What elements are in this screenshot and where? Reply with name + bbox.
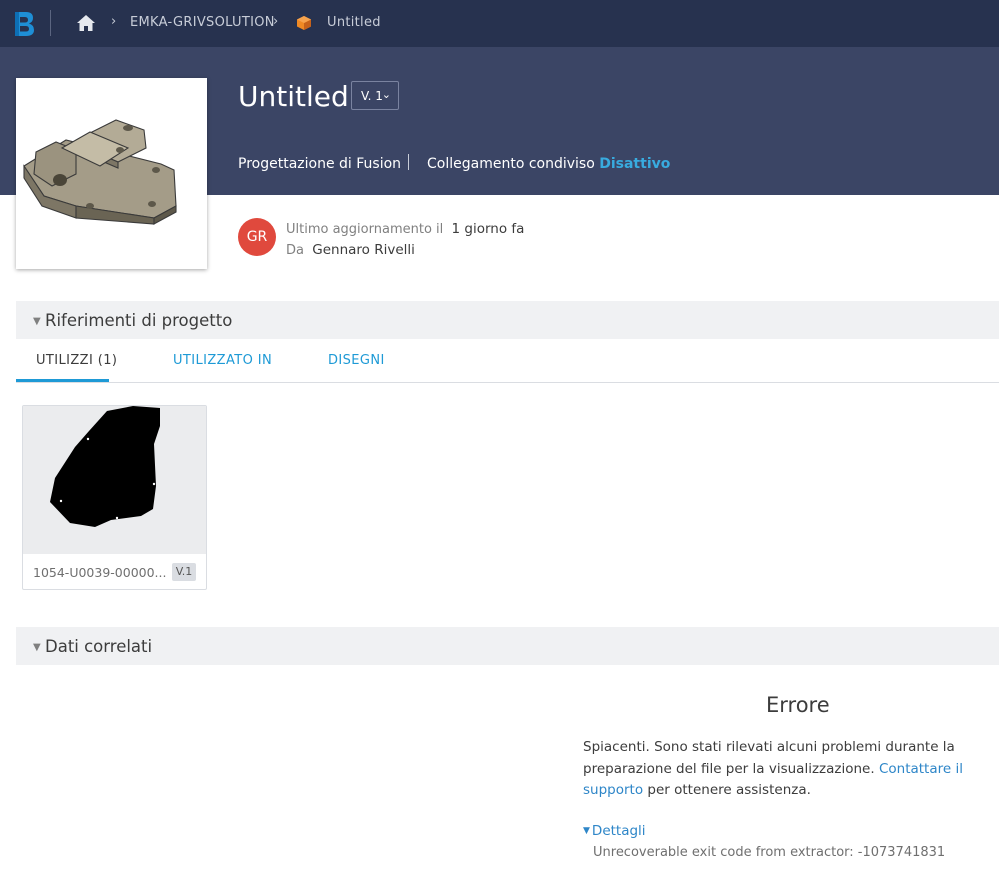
tab-utilizzato-in[interactable]: UTILIZZATO IN bbox=[173, 353, 272, 368]
home-icon[interactable] bbox=[76, 14, 96, 32]
error-title: Errore bbox=[766, 693, 830, 717]
by-value: Gennaro Rivelli bbox=[312, 242, 415, 258]
version-dropdown[interactable]: V. 1 ⌄ bbox=[351, 81, 399, 110]
reference-thumbnail bbox=[23, 406, 206, 554]
chevron-down-icon: ⌄ bbox=[381, 88, 391, 101]
shared-link-row: Collegamento condiviso Disattivo bbox=[427, 156, 670, 172]
triangle-down-icon: ▼ bbox=[583, 826, 590, 836]
breadcrumb-file[interactable]: Untitled bbox=[327, 15, 381, 30]
version-label: V. 1 bbox=[361, 89, 383, 103]
meta-divider bbox=[408, 154, 409, 170]
shared-link-label: Collegamento condiviso bbox=[427, 156, 595, 172]
error-details-text: Unrecoverable exit code from extractor: … bbox=[593, 845, 946, 860]
section-references-title: Riferimenti di progetto bbox=[45, 311, 233, 330]
tab-disegni[interactable]: DISEGNI bbox=[328, 353, 385, 368]
section-references-header[interactable]: ▼ Riferimenti di progetto bbox=[16, 301, 999, 339]
file-type-label: Progettazione di Fusion bbox=[238, 156, 402, 172]
by-label: Da bbox=[286, 243, 304, 258]
error-message: Spiacenti. Sono stati rilevati alcuni pr… bbox=[583, 737, 999, 802]
chevron-right-icon: › bbox=[273, 14, 279, 29]
active-tab-indicator bbox=[16, 379, 109, 382]
part-preview-image bbox=[23, 119, 177, 225]
reference-preview-image bbox=[50, 406, 160, 527]
tab-utilizzi[interactable]: UTILIZZI (1) bbox=[36, 353, 117, 368]
fusion-cube-icon bbox=[297, 16, 311, 30]
app-logo-icon[interactable] bbox=[12, 9, 36, 39]
reference-name: 1054-U0039-00000... bbox=[33, 565, 167, 580]
section-related-title: Dati correlati bbox=[45, 637, 153, 656]
details-label: Dettagli bbox=[591, 823, 646, 839]
topbar-divider bbox=[50, 10, 51, 36]
breadcrumb-project[interactable]: EMKA-GRIVSOLUTION bbox=[130, 15, 275, 30]
reference-version-badge: V.1 bbox=[172, 563, 196, 581]
updated-value: 1 giorno fa bbox=[451, 221, 525, 237]
shared-link-status[interactable]: Disattivo bbox=[599, 156, 670, 172]
details-toggle[interactable]: ▼ Dettagli bbox=[583, 823, 646, 839]
updated-by: Da Gennaro Rivelli bbox=[286, 242, 415, 258]
last-updated: Ultimo aggiornamento il 1 giorno fa bbox=[286, 221, 524, 237]
references-tabs: UTILIZZI (1) UTILIZZATO IN DISEGNI bbox=[16, 339, 999, 383]
triangle-down-icon: ▼ bbox=[33, 316, 41, 327]
triangle-down-icon: ▼ bbox=[33, 642, 41, 653]
section-related-header[interactable]: ▼ Dati correlati bbox=[16, 627, 999, 665]
reference-card[interactable]: 1054-U0039-00000... V.1 bbox=[22, 405, 207, 590]
avatar: GR bbox=[238, 218, 276, 256]
file-title: Untitled bbox=[238, 80, 349, 113]
error-message-tail: per ottenere assistenza. bbox=[647, 782, 811, 798]
top-bar: › EMKA-GRIVSOLUTION › Untitled bbox=[0, 0, 999, 47]
chevron-right-icon: › bbox=[111, 14, 117, 29]
updated-label: Ultimo aggiornamento il bbox=[286, 222, 444, 237]
file-thumbnail[interactable] bbox=[16, 78, 207, 269]
